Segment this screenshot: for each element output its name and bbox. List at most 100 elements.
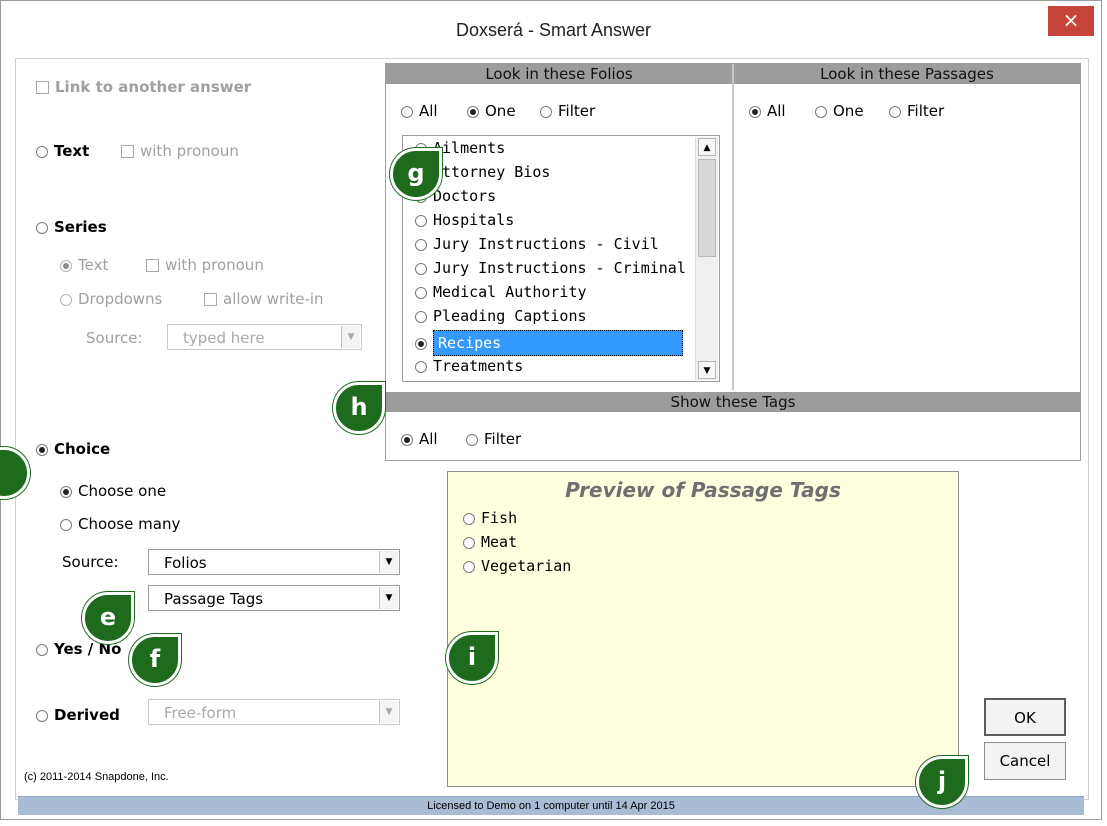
radio-icon [415, 238, 427, 251]
radio-icon [401, 105, 413, 118]
tags-all-radio[interactable]: All [401, 430, 438, 448]
close-button[interactable]: × [1048, 6, 1094, 36]
series-dropdowns-radio[interactable]: Dropdowns [60, 290, 162, 308]
list-item-selected[interactable]: Recipes [403, 330, 695, 356]
choice-radio[interactable]: Choice [36, 440, 110, 458]
radio-icon [36, 443, 48, 456]
scroll-up-icon[interactable]: ▲ [698, 138, 716, 156]
scroll-thumb[interactable] [698, 159, 716, 257]
scrollbar[interactable]: ▲ ▼ [695, 137, 718, 380]
tags-header: Show these Tags [386, 392, 1080, 412]
series-text-radio[interactable]: Text [60, 256, 108, 274]
preview-title: Preview of Passage Tags [565, 478, 841, 502]
choose-one-radio[interactable]: Choose one [60, 482, 166, 500]
list-item[interactable]: Medical Authority [403, 280, 695, 304]
list-item-label: Doctors [433, 187, 497, 205]
list-item[interactable]: Hospitals [403, 208, 695, 232]
preview-item-label: Fish [481, 509, 518, 527]
checkbox-icon [36, 81, 49, 94]
radio-icon [36, 145, 48, 158]
tags-filter-radio[interactable]: Filter [466, 430, 521, 448]
radio-icon [60, 485, 72, 498]
choice-source2-select[interactable]: Passage Tags ▼ [148, 585, 400, 611]
preview-item-label: Vegetarian [481, 557, 572, 575]
link-label: Link to another answer [55, 78, 252, 96]
radio-icon [415, 262, 427, 275]
list-item-label: Recipes [433, 330, 683, 356]
column-divider [732, 64, 734, 390]
close-icon: × [1062, 8, 1080, 32]
callout-i: i [446, 632, 498, 684]
list-item-label: Hospitals [433, 211, 515, 229]
scroll-down-icon[interactable]: ▼ [698, 361, 716, 379]
derived-select[interactable]: Free-form ▼ [148, 699, 400, 725]
chevron-down-icon: ▼ [379, 587, 398, 609]
callout-g: g [390, 148, 442, 200]
passages-header: Look in these Passages [734, 64, 1080, 84]
chevron-down-icon: ▼ [341, 326, 360, 348]
passages-filter-label: Filter [907, 102, 945, 120]
radio-icon [466, 433, 478, 446]
text-pronoun-checkbox[interactable]: with pronoun [121, 142, 239, 160]
callout-f: f [129, 634, 181, 686]
radio-icon [60, 293, 72, 306]
derived-radio[interactable]: Derived [36, 706, 120, 724]
list-item[interactable]: Ailments [403, 136, 695, 160]
radio-icon [36, 643, 48, 656]
list-item[interactable]: Jury Instructions - Civil [403, 232, 695, 256]
list-item[interactable]: Doctors [403, 184, 695, 208]
list-item-label: Medical Authority [433, 283, 587, 301]
series-source-value: typed here [183, 329, 265, 347]
callout-j: j [916, 756, 968, 808]
list-item-label: Pleading Captions [433, 307, 587, 325]
passages-all-radio[interactable]: All [749, 102, 786, 120]
choose-many-radio[interactable]: Choose many [60, 515, 180, 533]
chevron-down-icon: ▼ [379, 701, 398, 723]
passages-filter-radio[interactable]: Filter [889, 102, 944, 120]
list-item[interactable]: Pleading Captions [403, 304, 695, 328]
radio-icon [463, 560, 475, 573]
writein-label: allow write-in [223, 290, 324, 308]
cancel-button[interactable]: Cancel [984, 742, 1066, 780]
series-text-label: Text [78, 256, 109, 274]
preview-item-label: Meat [481, 533, 518, 551]
derived-label: Derived [54, 706, 120, 724]
writein-checkbox[interactable]: allow write-in [204, 290, 324, 308]
chevron-down-icon: ▼ [379, 551, 398, 573]
list-item-label: Jury Instructions - Civil [433, 235, 659, 253]
folios-one-radio[interactable]: One [467, 102, 516, 120]
list-item[interactable]: Treatments [403, 354, 695, 378]
text-pronoun-label: with pronoun [140, 142, 239, 160]
list-item-label: Attorney Bios [433, 163, 551, 181]
series-label: Series [54, 218, 107, 236]
text-radio[interactable]: Text [36, 142, 89, 160]
checkbox-icon [121, 145, 134, 158]
list-item-label: Ailments [433, 139, 506, 157]
derived-value: Free-form [164, 704, 237, 722]
list-item[interactable]: Attorney Bios [403, 160, 695, 184]
ok-button[interactable]: OK [984, 698, 1066, 736]
series-dropdowns-label: Dropdowns [78, 290, 163, 308]
choice-source2-value: Passage Tags [164, 590, 264, 608]
callout-h: h [333, 382, 385, 434]
radio-icon [889, 105, 901, 118]
list-item[interactable]: Jury Instructions - Criminal [403, 256, 695, 280]
preview-item: Vegetarian [463, 557, 571, 575]
radio-icon [36, 709, 48, 722]
folios-filter-radio[interactable]: Filter [540, 102, 595, 120]
passages-one-radio[interactable]: One [815, 102, 864, 120]
folios-all-label: All [419, 102, 438, 120]
series-radio[interactable]: Series [36, 218, 107, 236]
radio-icon [463, 512, 475, 525]
series-source-select[interactable]: typed here ▼ [167, 324, 362, 350]
radio-icon [463, 536, 475, 549]
folio-list[interactable]: Ailments Attorney Bios Doctors Hospitals… [402, 135, 720, 382]
series-pronoun-checkbox[interactable]: with pronoun [146, 256, 264, 274]
choice-source-select[interactable]: Folios ▼ [148, 549, 400, 575]
tags-filter-label: Filter [484, 430, 522, 448]
copyright-text: (c) 2011-2014 Snapdone, Inc. [24, 771, 169, 783]
link-checkbox[interactable]: Link to another answer [36, 78, 251, 96]
radio-icon [60, 518, 72, 531]
choose-many-label: Choose many [78, 515, 181, 533]
folios-all-radio[interactable]: All [401, 102, 438, 120]
